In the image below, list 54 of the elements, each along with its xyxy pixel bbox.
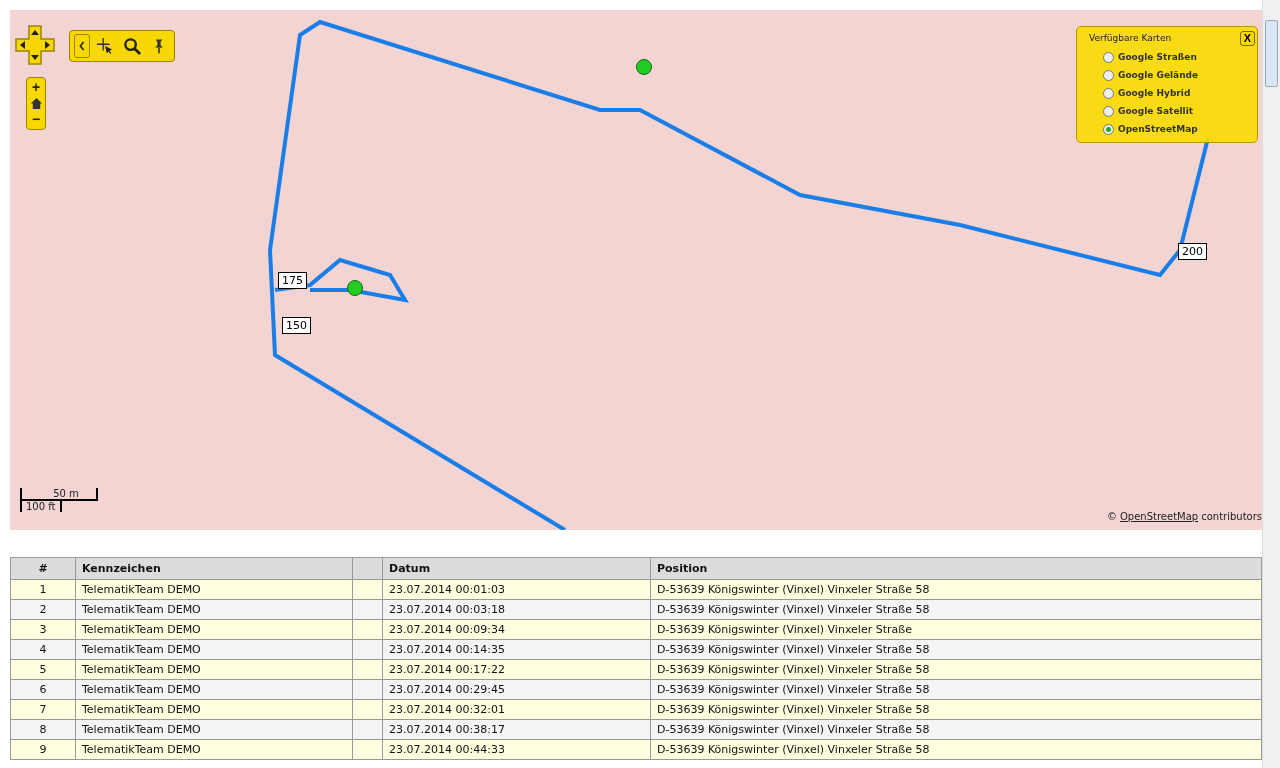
position-marker-icon [347, 280, 363, 296]
layer-option[interactable]: Google Straßen [1089, 49, 1257, 65]
search-icon [123, 36, 142, 56]
table-cell: D-53639 Königswinter (Vinxel) Vinxeler Straße 58 [650, 699, 1262, 720]
layer-option[interactable]: Google Gelände [1089, 67, 1257, 83]
scale-bar-imperial: 100 ft [20, 501, 62, 512]
attribution-link[interactable]: OpenStreetMap [1120, 511, 1199, 522]
table-cell: 9 [10, 739, 76, 760]
table-cell: D-53639 Königswinter (Vinxel) Vinxeler Straße 58 [650, 719, 1262, 740]
crosshair-cursor-icon [96, 37, 114, 55]
table-cell: D-53639 Königswinter (Vinxel) Vinxeler Straße 58 [650, 679, 1262, 700]
scale-bar-metric: 50 m [20, 488, 98, 501]
radio-button[interactable] [1103, 123, 1114, 135]
table-cell: 7 [10, 699, 76, 720]
copyright-symbol: © [1107, 511, 1117, 522]
chevron-left-icon [78, 40, 86, 52]
radio-button[interactable] [1103, 69, 1114, 81]
layer-option[interactable]: OpenStreetMap [1089, 121, 1257, 137]
column-header: Datum [382, 557, 651, 580]
route-point-label: 150 [282, 317, 311, 334]
map-view[interactable]: 175 150 200 + − 50 m 100 ft © OpenStreetMap contributors Verfügbare Karten X Google Straßen Google Gelände Google Hybrid Google Satellit OpenStreetMap [10, 10, 1262, 530]
table-cell: 6 [10, 679, 76, 700]
route-point-label: 175 [278, 272, 307, 289]
table-cell: D-53639 Königswinter (Vinxel) Vinxeler Straße 58 [650, 579, 1262, 600]
zoom-in-button[interactable]: + [31, 80, 41, 95]
collapse-button[interactable] [74, 34, 90, 58]
table-cell: 4 [10, 639, 76, 660]
table-cell: 1 [10, 579, 76, 600]
table-cell: D-53639 Königswinter (Vinxel) Vinxeler Straße [650, 619, 1262, 640]
table-cell: D-53639 Königswinter (Vinxel) Vinxeler Straße 58 [650, 639, 1262, 660]
panel-title: Verfügbare Karten [1089, 33, 1172, 43]
column-header: # [10, 557, 76, 580]
table-cell: 3 [10, 619, 76, 640]
column-header: Kennzeichen [75, 557, 353, 580]
radio-button[interactable] [1103, 51, 1114, 63]
home-icon[interactable] [29, 97, 43, 110]
pan-control[interactable] [13, 23, 57, 67]
position-marker-icon [636, 59, 652, 75]
close-button[interactable]: X [1239, 31, 1255, 46]
table-cell: 2 [10, 599, 76, 620]
table-cell: D-53639 Königswinter (Vinxel) Vinxeler Straße 58 [650, 599, 1262, 620]
table-cell: 5 [10, 659, 76, 680]
layer-option[interactable]: Google Hybrid [1089, 85, 1257, 101]
table-cell: 8 [10, 719, 76, 740]
layer-option[interactable]: Google Satellit [1089, 103, 1257, 119]
table-cell: D-53639 Königswinter (Vinxel) Vinxeler Straße 58 [650, 739, 1262, 760]
radio-button[interactable] [1103, 105, 1114, 117]
attribution-text: contributors [1201, 511, 1262, 522]
radio-button[interactable] [1103, 87, 1114, 99]
column-header: Position [650, 557, 1262, 580]
route-point-label: 200 [1178, 243, 1207, 260]
scrollbar[interactable] [1262, 0, 1280, 768]
zoom-out-button[interactable]: − [31, 112, 41, 127]
table-cell: D-53639 Königswinter (Vinxel) Vinxeler Straße 58 [650, 659, 1262, 680]
